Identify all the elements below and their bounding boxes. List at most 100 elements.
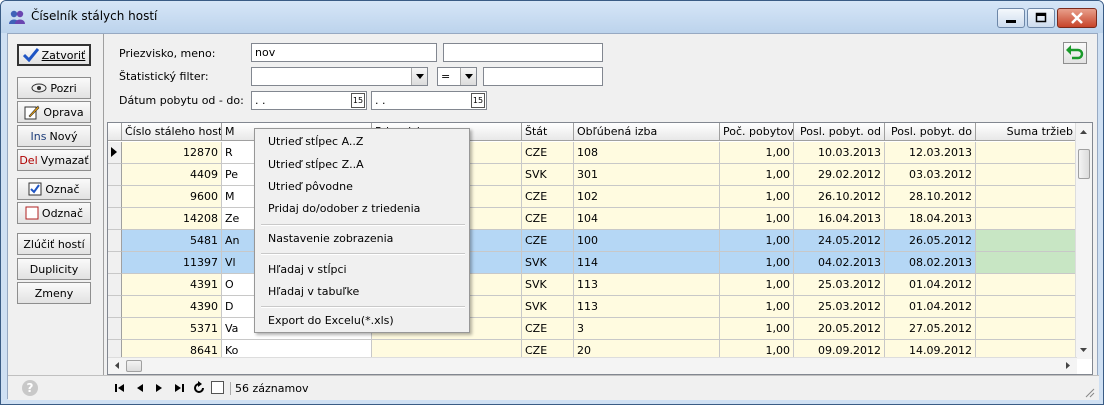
cell-count[interactable]: 1,00 bbox=[720, 142, 794, 164]
cell-sum[interactable] bbox=[976, 318, 1077, 340]
column-header[interactable]: Posl. pobyt. do bbox=[885, 123, 976, 141]
cell-to[interactable]: 01.04.2012 bbox=[885, 274, 976, 296]
vertical-scroll-thumb[interactable] bbox=[1078, 149, 1090, 179]
cell-state[interactable]: SVK bbox=[522, 164, 574, 186]
scroll-up-icon[interactable] bbox=[1076, 125, 1091, 139]
scroll-down-icon[interactable] bbox=[1076, 343, 1091, 357]
cell-count[interactable]: 1,00 bbox=[720, 186, 794, 208]
menu-item-sort-original[interactable]: Utrieď pôvodne bbox=[268, 180, 353, 193]
cell-from[interactable]: 29.02.2012 bbox=[794, 164, 885, 186]
menu-item-sort-desc[interactable]: Utrieď stĺpec Z..A bbox=[268, 158, 364, 171]
select-all-checkbox-icon[interactable] bbox=[211, 381, 224, 394]
cell-sum[interactable] bbox=[976, 230, 1077, 252]
operator-select[interactable]: = bbox=[437, 67, 477, 86]
cell-id[interactable]: 12870 bbox=[122, 142, 222, 164]
cell-room[interactable]: 100 bbox=[574, 230, 720, 252]
cell-sum[interactable] bbox=[976, 142, 1077, 164]
column-header[interactable]: Štát bbox=[522, 123, 574, 141]
cell-state[interactable]: CZE bbox=[522, 230, 574, 252]
name-input-secondary[interactable] bbox=[443, 43, 603, 62]
horizontal-scroll-thumb[interactable] bbox=[126, 360, 142, 372]
cell-sum[interactable] bbox=[976, 164, 1077, 186]
cell-state[interactable]: CZE bbox=[522, 208, 574, 230]
row-indicator[interactable] bbox=[108, 296, 122, 318]
cell-sum[interactable] bbox=[976, 274, 1077, 296]
chevron-down-icon[interactable] bbox=[460, 68, 476, 85]
cell-state[interactable]: CZE bbox=[522, 318, 574, 340]
cell-count[interactable]: 1,00 bbox=[720, 230, 794, 252]
scroll-right-icon[interactable] bbox=[1061, 358, 1075, 373]
cell-room[interactable]: 104 bbox=[574, 208, 720, 230]
close-button[interactable]: Zatvoriť bbox=[17, 44, 91, 66]
refresh-records-icon[interactable] bbox=[193, 381, 205, 394]
cell-to[interactable]: 28.10.2012 bbox=[885, 186, 976, 208]
cell-count[interactable]: 1,00 bbox=[720, 164, 794, 186]
cell-room[interactable]: 113 bbox=[574, 274, 720, 296]
cell-sum[interactable] bbox=[976, 296, 1077, 318]
cell-from[interactable]: 26.10.2012 bbox=[794, 186, 885, 208]
cell-state[interactable]: CZE bbox=[522, 186, 574, 208]
column-header[interactable]: Obľúbená izba bbox=[574, 123, 720, 141]
cell-from[interactable]: 10.03.2013 bbox=[794, 142, 885, 164]
name-input[interactable]: nov bbox=[251, 43, 437, 62]
cell-count[interactable]: 1,00 bbox=[720, 252, 794, 274]
menu-item-display-settings[interactable]: Nastavenie zobrazenia bbox=[268, 232, 393, 245]
menu-item-search-table[interactable]: Hľadaj v tabuľke bbox=[268, 285, 359, 298]
cell-id[interactable]: 4390 bbox=[122, 296, 222, 318]
mark-button[interactable]: Označ bbox=[17, 178, 91, 200]
cell-count[interactable]: 1,00 bbox=[720, 318, 794, 340]
calendar-icon[interactable]: 15 bbox=[471, 93, 485, 108]
cell-to[interactable]: 08.02.2013 bbox=[885, 252, 976, 274]
cell-from[interactable]: 25.03.2012 bbox=[794, 296, 885, 318]
maximize-button[interactable] bbox=[1027, 8, 1055, 28]
changes-button[interactable]: Zmeny bbox=[17, 282, 91, 304]
unmark-button[interactable]: Odznač bbox=[17, 202, 91, 224]
row-indicator[interactable] bbox=[108, 186, 122, 208]
next-record-icon[interactable] bbox=[154, 383, 164, 393]
vertical-scrollbar[interactable] bbox=[1075, 123, 1092, 359]
column-header[interactable]: Suma tržieb bbox=[976, 123, 1077, 141]
view-button[interactable]: Pozri bbox=[17, 77, 91, 99]
stat-filter-select[interactable] bbox=[251, 67, 428, 86]
stat-filter-value-input[interactable] bbox=[483, 67, 603, 86]
menu-item-export-excel[interactable]: Export do Excelu(*.xls) bbox=[268, 314, 394, 327]
cell-from[interactable]: 04.02.2013 bbox=[794, 252, 885, 274]
row-indicator[interactable] bbox=[108, 252, 122, 274]
row-indicator[interactable] bbox=[108, 164, 122, 186]
date-to-input[interactable]: . . 15 bbox=[371, 91, 487, 110]
cell-to[interactable]: 26.05.2012 bbox=[885, 230, 976, 252]
cell-id[interactable]: 4409 bbox=[122, 164, 222, 186]
row-indicator[interactable] bbox=[108, 318, 122, 340]
merge-guests-button[interactable]: Zlúčiť hostí bbox=[17, 233, 91, 255]
cell-count[interactable]: 1,00 bbox=[720, 274, 794, 296]
cell-id[interactable]: 14208 bbox=[122, 208, 222, 230]
menu-item-search-column[interactable]: Hľadaj v stĺpci bbox=[268, 263, 347, 276]
menu-item-add-sort[interactable]: Pridaj do/odober z triedenia bbox=[268, 202, 420, 215]
cell-room[interactable]: 108 bbox=[574, 142, 720, 164]
chevron-down-icon[interactable] bbox=[411, 68, 427, 85]
cell-id[interactable]: 11397 bbox=[122, 252, 222, 274]
menu-item-sort-asc[interactable]: Utrieď stĺpec A..Z bbox=[268, 135, 363, 148]
cell-room[interactable]: 113 bbox=[574, 296, 720, 318]
edit-button[interactable]: Oprava bbox=[17, 101, 91, 123]
title-bar[interactable]: Číselník stálych hostí bbox=[1, 1, 1103, 33]
column-header[interactable]: Číslo stáleho hosťa bbox=[122, 123, 222, 141]
cell-id[interactable]: 5481 bbox=[122, 230, 222, 252]
cell-to[interactable]: 27.05.2012 bbox=[885, 318, 976, 340]
previous-record-icon[interactable] bbox=[135, 383, 145, 393]
date-from-input[interactable]: . . 15 bbox=[251, 91, 367, 110]
row-indicator[interactable] bbox=[108, 230, 122, 252]
row-indicator[interactable] bbox=[108, 274, 122, 296]
cell-state[interactable]: SVK bbox=[522, 296, 574, 318]
resize-grip-icon[interactable] bbox=[1083, 386, 1095, 398]
column-header[interactable]: Posl. pobyt. od bbox=[794, 123, 885, 141]
cell-state[interactable]: SVK bbox=[522, 274, 574, 296]
help-icon[interactable]: ? bbox=[22, 380, 38, 396]
refresh-button[interactable] bbox=[1063, 42, 1087, 64]
cell-from[interactable]: 24.05.2012 bbox=[794, 230, 885, 252]
column-header[interactable]: Poč. pobytov bbox=[720, 123, 794, 141]
row-indicator[interactable] bbox=[108, 208, 122, 230]
cell-to[interactable]: 12.03.2013 bbox=[885, 142, 976, 164]
cell-count[interactable]: 1,00 bbox=[720, 208, 794, 230]
cell-room[interactable]: 102 bbox=[574, 186, 720, 208]
